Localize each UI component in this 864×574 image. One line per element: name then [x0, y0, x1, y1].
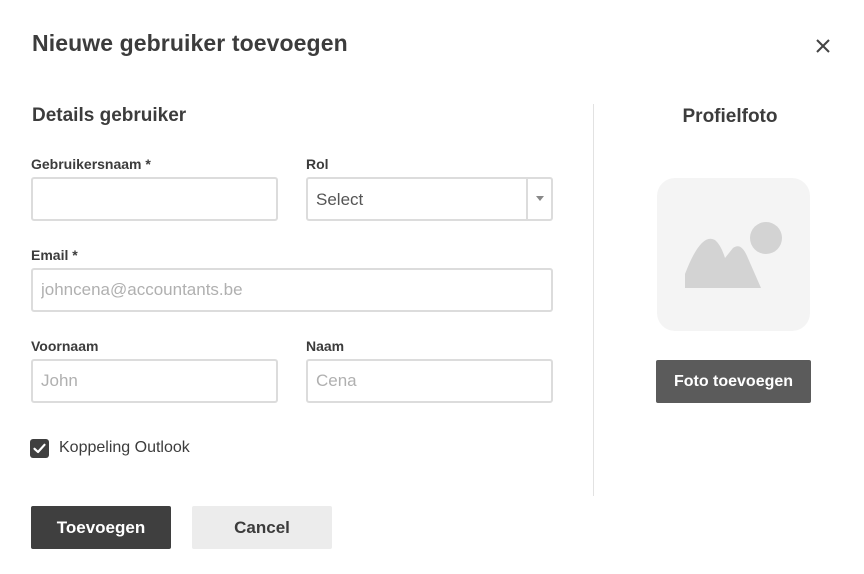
- firstname-label: Voornaam: [31, 338, 99, 354]
- chevron-down-icon: [536, 196, 544, 201]
- role-select[interactable]: Select: [306, 177, 553, 221]
- outlook-checkbox[interactable]: [30, 439, 49, 458]
- lastname-label: Naam: [306, 338, 345, 354]
- role-label: Rol: [306, 156, 329, 172]
- outlook-checkbox-label[interactable]: Koppeling Outlook: [59, 439, 190, 457]
- username-label: Gebruikersnaam *: [31, 156, 151, 172]
- firstname-input[interactable]: [31, 359, 278, 403]
- dialog-title: Nieuwe gebruiker toevoegen: [32, 30, 348, 56]
- cancel-button[interactable]: Cancel: [192, 506, 332, 549]
- check-icon: [33, 443, 46, 454]
- add-user-button[interactable]: Toevoegen: [31, 506, 171, 549]
- select-divider: [526, 179, 528, 219]
- username-input[interactable]: [31, 177, 278, 221]
- profile-photo-placeholder: [657, 178, 810, 331]
- close-button[interactable]: [810, 33, 836, 59]
- email-input[interactable]: [31, 268, 553, 312]
- vertical-divider: [593, 104, 594, 496]
- role-select-value: Select: [316, 190, 364, 209]
- email-label: Email *: [31, 247, 78, 263]
- lastname-input[interactable]: [306, 359, 553, 403]
- image-placeholder-icon: [685, 222, 782, 288]
- details-section-title: Details gebruiker: [32, 105, 187, 126]
- add-photo-button[interactable]: Foto toevoegen: [656, 360, 811, 403]
- profile-photo-title: Profielfoto: [682, 106, 778, 127]
- close-icon: [816, 39, 830, 53]
- add-user-dialog: Nieuwe gebruiker toevoegen Details gebru…: [0, 0, 864, 574]
